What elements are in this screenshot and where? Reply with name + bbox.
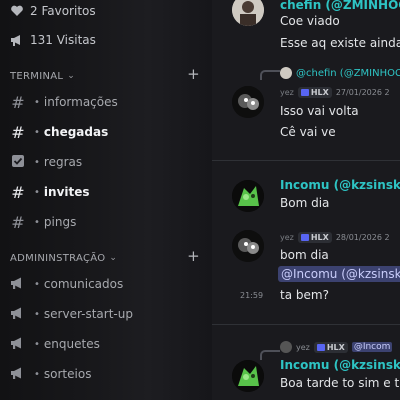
user-mention[interactable]: @Incomu (@kzsinsk) <box>278 266 400 282</box>
channel-label: enquetes <box>43 337 100 351</box>
visits-stat[interactable]: 131 Visitas <box>10 29 96 51</box>
message-header: yez HLX 27/01/2026 2 <box>280 87 390 98</box>
channel-label: comunicados <box>43 277 124 291</box>
channel-label: pings <box>43 215 77 229</box>
message-text: Isso vai volta <box>280 104 359 118</box>
divider <box>212 324 400 325</box>
channel-server-start-up[interactable]: • server-start-up <box>8 302 188 326</box>
visits-label: 131 Visitas <box>30 33 96 47</box>
chat-panel: chefin (@ZMINHOCA Coe viado Esse aq exis… <box>212 0 400 400</box>
unread-dot: • <box>34 278 40 290</box>
channel-pings[interactable]: # • pings <box>8 210 188 234</box>
unread-dot: • <box>34 96 40 108</box>
message-author[interactable]: yez <box>280 233 294 242</box>
guild-tag: HLX <box>313 341 348 353</box>
channel-chegadas[interactable]: # • chegadas <box>8 120 188 144</box>
reply-author: @chefin (@ZMINHOCA <box>296 67 400 79</box>
reply-author: yez <box>296 342 310 352</box>
chevron-down-icon: ⌄ <box>67 71 76 81</box>
category-label: TERMINAL <box>10 70 64 82</box>
divider <box>212 160 400 161</box>
message-text: ta bem? <box>280 288 329 302</box>
channel-label: server-start-up <box>43 307 133 321</box>
megaphone-icon <box>8 305 28 324</box>
channel-sidebar: 2 Favoritos 131 Visitas TERMINAL ⌄ + # •… <box>0 0 212 400</box>
hashtag-icon: # <box>11 92 25 112</box>
megaphone-icon <box>11 35 20 46</box>
guild-tag: HLX <box>297 87 332 98</box>
unread-dot: • <box>34 308 40 320</box>
reply-connector <box>260 70 280 80</box>
rules-icon <box>8 153 28 172</box>
message-author[interactable]: Incomu (@kzsinsk) <box>280 178 400 192</box>
message-text: Boa tarde to sim e tu <box>280 376 400 390</box>
channel-label: chegadas <box>43 125 109 139</box>
unread-dot: • <box>34 156 40 168</box>
channel-label: sorteios <box>43 367 92 381</box>
add-channel-icon[interactable]: + <box>187 65 200 83</box>
category-label: ADMININSTRAÇÃO <box>10 252 106 264</box>
hashtag-icon: # <box>11 182 25 202</box>
guild-tag: HLX <box>297 232 332 243</box>
unread-dot: • <box>34 338 40 350</box>
message-author[interactable]: Incomu (@kzsinsk) <box>280 358 400 372</box>
megaphone-icon <box>8 335 28 354</box>
hashtag-icon: # <box>11 212 25 232</box>
channel-sorteios[interactable]: • sorteios <box>8 362 188 386</box>
category-administracao[interactable]: ADMININSTRAÇÃO ⌄ + <box>10 247 206 266</box>
avatar[interactable] <box>232 230 264 262</box>
channel-comunicados[interactable]: • comunicados <box>8 272 188 296</box>
message-text: Esse aq existe ainda <box>280 36 400 50</box>
unread-dot: • <box>34 216 40 228</box>
reply-preview[interactable]: yez HLX @Incom <box>280 341 393 353</box>
avatar <box>280 341 292 353</box>
avatar[interactable] <box>232 180 264 212</box>
heart-icon <box>11 5 23 16</box>
timestamp: 27/01/2026 2 <box>335 88 390 97</box>
timestamp: 28/01/2026 2 <box>335 233 390 242</box>
channel-label: regras <box>43 155 83 169</box>
message-text: bom dia <box>280 248 329 262</box>
reply-connector <box>260 350 280 360</box>
unread-dot: • <box>34 126 40 138</box>
channel-invites[interactable]: # • invites <box>8 180 188 204</box>
avatar[interactable] <box>232 86 264 118</box>
unread-dot: • <box>34 186 40 198</box>
channel-informacoes[interactable]: # • informações <box>8 90 188 114</box>
channel-regras[interactable]: • regras <box>8 150 188 174</box>
megaphone-icon <box>8 365 28 384</box>
channel-label: invites <box>43 185 90 199</box>
channel-enquetes[interactable]: • enquetes <box>8 332 188 356</box>
message-author[interactable]: yez <box>280 88 294 97</box>
avatar <box>280 67 292 79</box>
reply-preview[interactable]: @chefin (@ZMINHOCA <box>280 67 400 79</box>
tag-icon <box>300 89 309 96</box>
megaphone-icon <box>8 275 28 294</box>
avatar[interactable] <box>232 360 264 392</box>
user-mention: @Incom <box>351 342 393 352</box>
tag-icon <box>300 234 309 241</box>
channel-label: informações <box>43 95 118 109</box>
message-author[interactable]: chefin (@ZMINHOCA <box>280 0 400 12</box>
tag-icon <box>316 343 325 351</box>
message-text: Bom dia <box>280 196 330 210</box>
unread-dot: • <box>34 368 40 380</box>
favorites-stat[interactable]: 2 Favoritos <box>10 0 96 22</box>
message-header: yez HLX 28/01/2026 2 <box>280 232 390 243</box>
timestamp: 21:59 <box>240 291 264 300</box>
message-text: Coe viado <box>280 14 340 28</box>
add-channel-icon[interactable]: + <box>187 247 200 265</box>
favorites-label: 2 Favoritos <box>30 4 96 18</box>
message-text: Cê vai ve <box>280 125 336 139</box>
hashtag-icon: # <box>11 122 25 142</box>
avatar[interactable] <box>232 0 264 26</box>
category-terminal[interactable]: TERMINAL ⌄ + <box>10 65 206 84</box>
chevron-down-icon: ⌄ <box>109 253 118 263</box>
